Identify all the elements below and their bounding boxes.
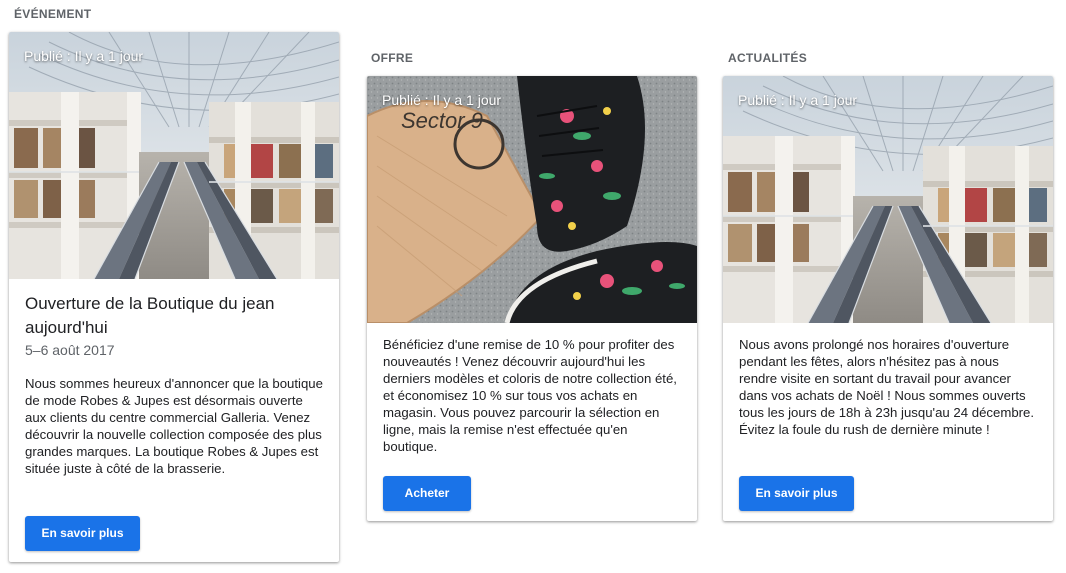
column-label-event: ÉVÉNEMENT <box>14 7 92 21</box>
sneakers-skateboard-photo: Sector 9 <box>367 76 697 323</box>
event-post-image <box>9 32 339 279</box>
event-description: Nous sommes heureux d'annoncer que la bo… <box>25 376 323 476</box>
published-time: Publié : Il y a 1 jour <box>24 48 144 64</box>
event-date: 5–6 août 2017 <box>25 342 115 358</box>
event-post-body: Ouverture de la Boutique du jean aujourd… <box>25 292 325 477</box>
offer-description: Bénéficiez d'une remise de 10 % pour pro… <box>383 337 677 454</box>
published-time: Publié : Il y a 1 jour <box>382 92 502 108</box>
svg-text:Sector 9: Sector 9 <box>401 108 483 133</box>
news-post-image <box>723 76 1053 323</box>
offer-post-card: Sector 9 Publié: Il y a 1 jour Bénéfici… <box>367 76 697 521</box>
column-label-news: ACTUALITÉS <box>728 51 807 65</box>
column-label-offer: OFFRE <box>371 51 414 65</box>
event-learn-more-button[interactable]: En savoir plus <box>25 516 140 551</box>
offer-post-image: Sector 9 <box>367 76 697 323</box>
offer-post-body: Bénéficiez d'une remise de 10 % pour pro… <box>383 336 683 455</box>
event-post-card: Publié : Il y a 1 jour Ouverture de la B… <box>9 32 339 562</box>
news-post-body: Nous avons prolongé nos horaires d'ouver… <box>739 336 1039 438</box>
shopping-mall-photo <box>9 32 339 279</box>
published-time: Publié : Il y a 1 jour <box>738 92 858 108</box>
news-post-card: Publié : Il y a 1 jour Nous avons prolon… <box>723 76 1053 521</box>
news-description: Nous avons prolongé nos horaires d'ouver… <box>739 337 1035 437</box>
news-learn-more-button[interactable]: En savoir plus <box>739 476 854 511</box>
shopping-mall-photo <box>723 76 1053 323</box>
offer-buy-button[interactable]: Acheter <box>383 476 471 511</box>
event-title: Ouverture de la Boutique du jean aujourd… <box>25 294 275 337</box>
